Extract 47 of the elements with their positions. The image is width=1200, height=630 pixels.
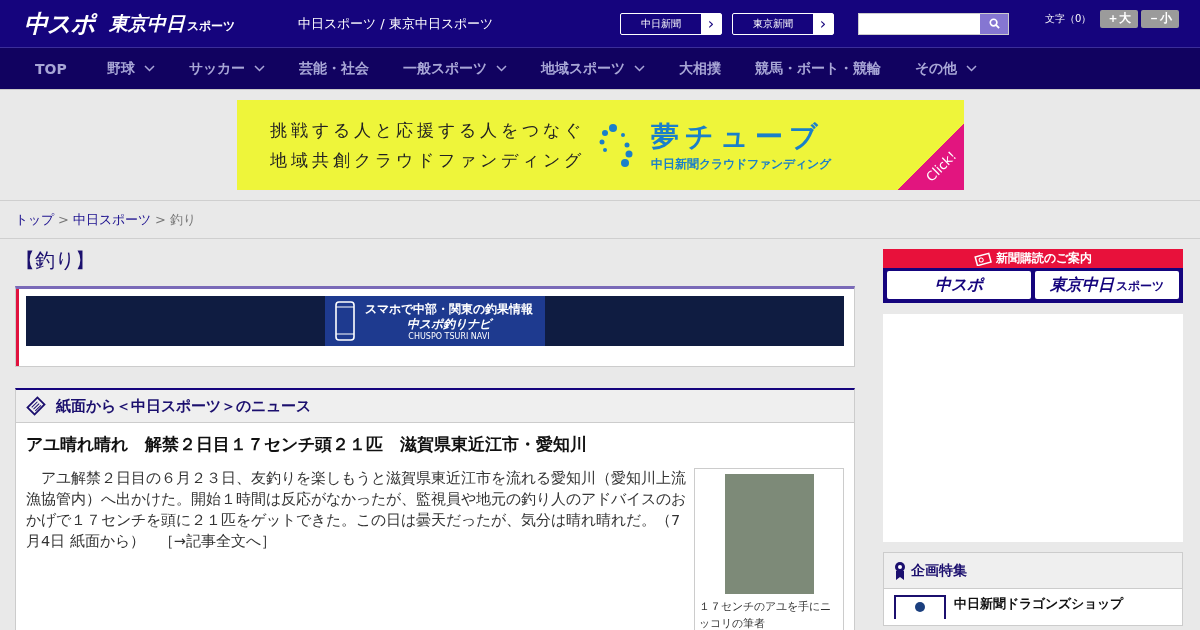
app-banner[interactable]: スマホで中部・関東の釣果情報 中スポ釣りナビ CHUSPO TSURI NAVI [26, 296, 844, 346]
banner-text: スマホで中部・関東の釣果情報 [365, 301, 533, 317]
nav-item[interactable]: 野球 [106, 59, 155, 78]
subscription-title: 新聞購読のご案内 [996, 250, 1092, 267]
ad-text: 地域共創クラウドファンディング [269, 148, 585, 172]
chevron-down-icon [143, 65, 155, 72]
nav-item[interactable]: サッカー [188, 59, 265, 78]
brand-subtitle: 中日新聞クラウドファンディング [650, 155, 831, 173]
subscribe-button[interactable]: 東京中日スポーツ [1035, 271, 1179, 299]
nav-item[interactable]: TOP [35, 60, 67, 77]
site-title: 中日スポーツ / 東京中日スポーツ [298, 14, 494, 33]
newspaper-icon [26, 396, 46, 416]
nav-item[interactable]: その他 [914, 59, 977, 78]
breadcrumb-item[interactable]: 中日スポーツ [72, 210, 151, 229]
paper-link[interactable]: 中日新聞 › [620, 12, 722, 35]
chevron-down-icon [495, 65, 507, 72]
award-ribbon-icon [894, 560, 906, 581]
news-heading: 紙面から＜中日スポーツ＞のニュース [56, 396, 311, 416]
chevron-down-icon [253, 65, 265, 72]
font-size-label: 文字（0） [1045, 11, 1092, 26]
paper-link[interactable]: 東京新聞 › [732, 12, 834, 35]
article-title[interactable]: アユ晴れ晴れ 解禁２日目１７センチ頭２１匹 滋賀県東近江市・愛知川 [26, 433, 844, 456]
banner-subtitle: CHUSPO TSURI NAVI [408, 331, 490, 341]
photo-caption: １７センチのアユを手にニッコリの筆者 [698, 599, 832, 630]
read-more-link[interactable]: ［→記事全文へ］ [158, 533, 276, 549]
smartphone-icon [335, 301, 355, 341]
ticket-icon [974, 251, 992, 266]
feature-item[interactable]: 中日新聞ドラゴンズショップ [884, 589, 1182, 625]
article-text: アユ解禁２日目の６月２３日、友釣りを楽しもうと滋賀県東近江市を流れる愛知川（愛知川上流漁協管内）へ出かけた。開始１時間は反応がなかったが、監視員や地元の釣り人のアドバイスのおかげで１７センチを頭に２１匹をゲットできた。この日は曇天だったが、気分は晴れ晴れだ。（7月4日 紙面から） ［→記事全文へ］ [26, 469, 686, 551]
chevron-down-icon [633, 65, 645, 72]
ad-text: 挑戦する人と応援する人をつなぐ [269, 118, 585, 142]
section-title: 【釣り】 [15, 247, 96, 274]
nav-item[interactable]: 一般スポーツ [402, 59, 507, 78]
nav-item[interactable]: 競馬・ボート・競輪 [754, 59, 881, 78]
chevron-down-icon [965, 65, 977, 72]
brand-name: 夢チューブ [650, 118, 825, 155]
site-logo[interactable]: 中スポ 東京中日スポーツ [24, 7, 274, 40]
nav-item[interactable]: 大相撲 [678, 59, 721, 78]
feature-title: 企画特集 [911, 561, 967, 580]
breadcrumb-item[interactable]: トップ [15, 210, 54, 229]
nav-item[interactable]: 地域スポーツ [540, 59, 645, 78]
breadcrumb-separator: > [58, 212, 69, 227]
thumbnail-icon [894, 595, 946, 619]
nav-item[interactable]: 芸能・社会 [298, 59, 369, 78]
breadcrumb-separator: > [154, 212, 166, 227]
subscribe-button[interactable]: 中スポ [887, 271, 1031, 299]
breadcrumb-item: 釣り [169, 210, 196, 229]
